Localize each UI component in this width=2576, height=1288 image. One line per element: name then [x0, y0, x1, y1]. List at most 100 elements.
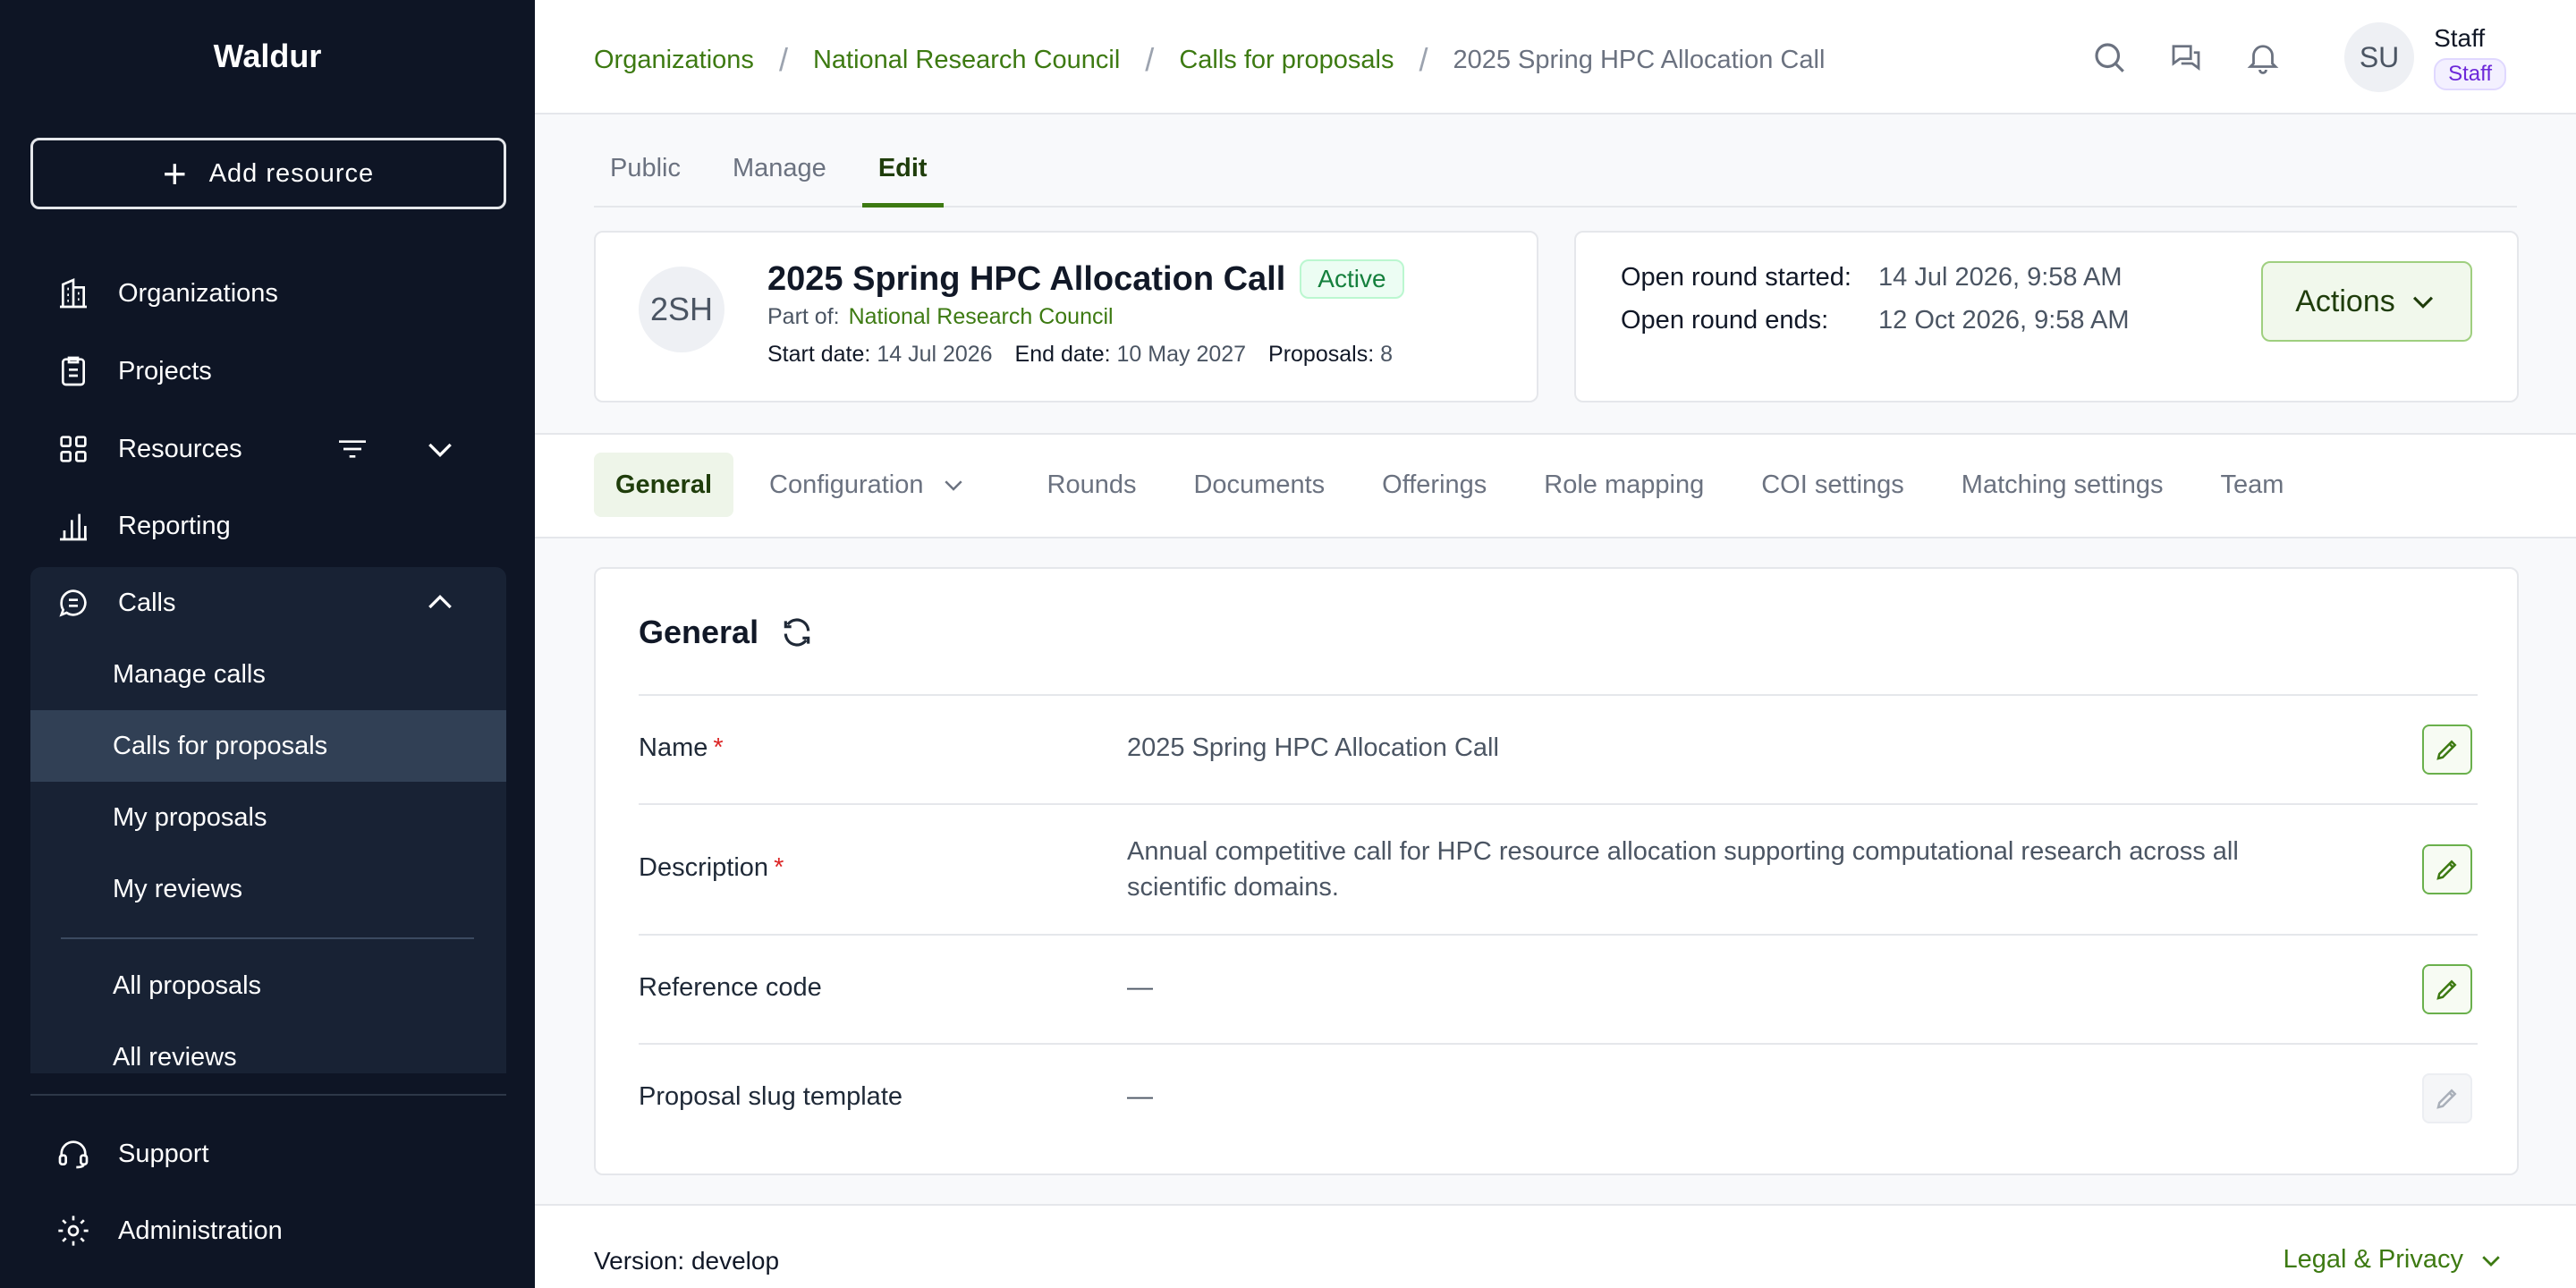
- sidebar-item-support[interactable]: Support: [30, 1118, 506, 1190]
- search-icon[interactable]: [2090, 38, 2128, 76]
- breadcrumb-separator: /: [1419, 41, 1428, 78]
- field-value: Annual competitive call for HPC resource…: [1127, 837, 2239, 902]
- edit-button-disabled[interactable]: [2422, 1073, 2472, 1123]
- top-actions: SU Staff Staff: [2090, 0, 2576, 114]
- tab-public[interactable]: Public: [594, 134, 697, 206]
- role-badge: Staff: [2434, 58, 2506, 90]
- tab-documents[interactable]: Documents: [1172, 453, 1346, 517]
- user-name: Staff: [2434, 24, 2486, 52]
- filter-icon[interactable]: [335, 431, 370, 467]
- actions-button[interactable]: Actions: [2261, 261, 2472, 342]
- field-label: Reference code: [639, 973, 822, 1002]
- clipboard-icon: [62, 356, 85, 386]
- footer: Version: develop Legal & Privacy: [535, 1204, 2576, 1288]
- chat-icon[interactable]: [2167, 38, 2205, 76]
- refresh-icon[interactable]: [780, 615, 814, 649]
- sidebar-subitem-calls-for-proposals[interactable]: Calls for proposals: [30, 710, 506, 782]
- tab-matching-settings[interactable]: Matching settings: [1940, 453, 2185, 517]
- edit-button[interactable]: [2422, 964, 2472, 1014]
- part-of-link[interactable]: National Research Council: [849, 304, 1114, 329]
- sidebar-subitem-all-proposals[interactable]: All proposals: [30, 950, 506, 1021]
- app-logo[interactable]: Waldur: [0, 38, 535, 75]
- tab-team[interactable]: Team: [2199, 453, 2305, 517]
- pencil-icon: [2436, 740, 2457, 760]
- bar-chart-icon: [60, 513, 87, 541]
- tab-edit[interactable]: Edit: [861, 134, 944, 208]
- field-row-name: Name * 2025 Spring HPC Allocation Call: [639, 694, 2478, 803]
- round-ends-value: 12 Oct 2026, 9:58 AM: [1878, 306, 2130, 335]
- sidebar-divider: [30, 1094, 506, 1096]
- sidebar-item-organizations[interactable]: Organizations: [30, 258, 506, 329]
- breadcrumb-organizations[interactable]: Organizations: [594, 46, 754, 75]
- sidebar-item-calls[interactable]: Calls: [30, 567, 506, 639]
- tab-configuration[interactable]: Configuration: [748, 453, 988, 517]
- bell-icon[interactable]: [2244, 38, 2282, 76]
- call-meta: Start date: 14 Jul 2026 End date: 10 May…: [767, 342, 1409, 368]
- field-value: 2025 Spring HPC Allocation Call: [1127, 733, 1499, 762]
- field-label: Name *: [639, 733, 724, 763]
- sidebar-item-label: Resources: [118, 434, 242, 463]
- call-title: 2025 Spring HPC Allocation Call Active: [767, 259, 1404, 299]
- sidebar-subitem-my-proposals[interactable]: My proposals: [30, 782, 506, 853]
- call-title-text: 2025 Spring HPC Allocation Call: [767, 259, 1286, 298]
- pencil-icon: [2436, 979, 2457, 1000]
- start-date-label: Start date:: [767, 342, 871, 367]
- sidebar-item-administration[interactable]: Administration: [30, 1195, 506, 1267]
- plus-icon: +: [162, 150, 188, 197]
- tab-coi-settings[interactable]: COI settings: [1740, 453, 1926, 517]
- edit-button[interactable]: [2422, 724, 2472, 775]
- proposals-label: Proposals:: [1268, 342, 1375, 367]
- round-ends: Open round ends: 12 Oct 2026, 9:58 AM: [1621, 306, 2130, 335]
- chevron-down-icon: [944, 480, 962, 491]
- headset-icon: [58, 1140, 89, 1169]
- chat-list-icon: [59, 589, 87, 617]
- tab-general[interactable]: General: [594, 453, 733, 517]
- sidebar-item-reporting[interactable]: Reporting: [30, 490, 506, 562]
- breadcrumb-separator: /: [778, 41, 788, 78]
- sidebar-subitem-my-reviews[interactable]: My reviews: [30, 853, 506, 925]
- building-icon: [60, 277, 87, 309]
- sidebar: Waldur + Add resource Organizations Proj…: [0, 0, 535, 1288]
- general-title: General: [639, 614, 759, 650]
- breadcrumb-separator: /: [1145, 41, 1155, 78]
- field-label: Proposal slug template: [639, 1082, 902, 1111]
- avatar[interactable]: SU: [2344, 22, 2415, 92]
- add-resource-button[interactable]: + Add resource: [30, 138, 506, 209]
- field-row-description: Description * Annual competitive call for…: [639, 803, 2478, 934]
- tab-rounds[interactable]: Rounds: [1026, 453, 1158, 517]
- breadcrumb-organization[interactable]: National Research Council: [813, 46, 1120, 75]
- sidebar-item-label: Calls: [118, 588, 176, 617]
- breadcrumb-calls[interactable]: Calls for proposals: [1179, 46, 1394, 75]
- chevron-up-icon[interactable]: [422, 585, 458, 621]
- general-heading: General: [639, 614, 814, 651]
- sidebar-subitem-all-reviews[interactable]: All reviews: [30, 1021, 506, 1073]
- legal-privacy-link[interactable]: Legal & Privacy: [2284, 1245, 2505, 1275]
- grid-icon: [60, 436, 87, 462]
- call-summary-card: 2SH 2025 Spring HPC Allocation Call Acti…: [594, 231, 1538, 402]
- sidebar-subitem-manage-calls[interactable]: Manage calls: [30, 639, 506, 710]
- breadcrumb: Organizations / National Research Counci…: [594, 41, 1825, 79]
- actions-label: Actions: [2295, 284, 2395, 318]
- round-started-label: Open round started:: [1621, 263, 1852, 292]
- sidebar-item-label: Projects: [118, 356, 212, 386]
- section-tabs: General Configuration Rounds Documents O…: [594, 453, 2319, 517]
- field-label-text: Description: [639, 853, 769, 882]
- tab-offerings[interactable]: Offerings: [1360, 453, 1508, 517]
- field-label-text: Name: [639, 733, 708, 762]
- edit-button[interactable]: [2422, 844, 2472, 894]
- sidebar-item-resources[interactable]: Resources: [30, 413, 506, 485]
- sidebar-item-projects[interactable]: Projects: [30, 335, 506, 407]
- calls-group: Calls Manage calls Calls for proposals M…: [30, 567, 506, 1073]
- tab-role-mapping[interactable]: Role mapping: [1522, 453, 1725, 517]
- field-label: Description *: [639, 853, 784, 883]
- required-marker: *: [774, 853, 784, 882]
- chevron-down-icon: [2482, 1255, 2500, 1267]
- tab-manage[interactable]: Manage: [716, 134, 843, 206]
- section-tabs-bar: General Configuration Rounds Documents O…: [535, 433, 2576, 538]
- proposals-value: 8: [1380, 342, 1394, 367]
- chevron-down-icon[interactable]: [422, 431, 458, 467]
- round-card: Open round started: 14 Jul 2026, 9:58 AM…: [1574, 231, 2519, 402]
- field-row-proposal-slug-template: Proposal slug template —: [639, 1043, 2478, 1152]
- start-date-value: 14 Jul 2026: [877, 342, 993, 367]
- user-menu[interactable]: Staff Staff: [2434, 24, 2506, 90]
